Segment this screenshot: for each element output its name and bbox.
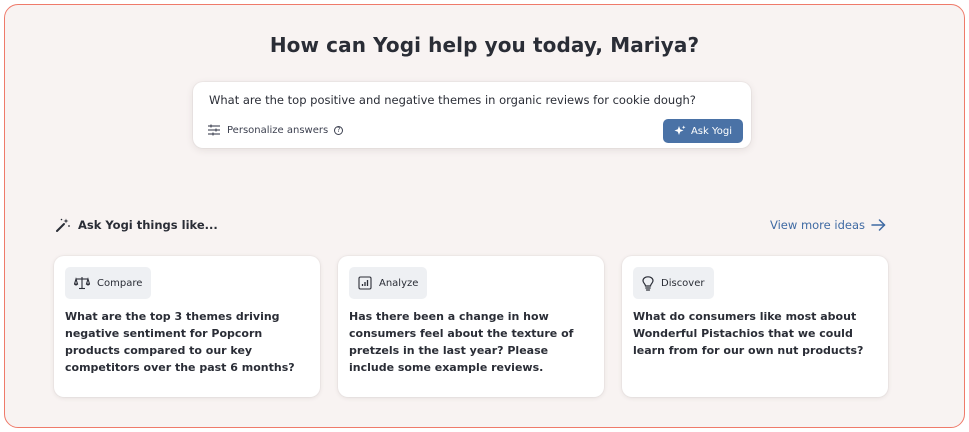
bar-chart-icon [358, 276, 372, 290]
ask-box[interactable]: What are the top positive and negative t… [193, 82, 751, 148]
idea-card-analyze[interactable]: Analyze Has there been a change in how c… [338, 256, 604, 397]
magic-wand-icon [56, 218, 70, 232]
idea-tag-label: Compare [97, 277, 143, 289]
idea-card-text: What are the top 3 themes driving negati… [65, 310, 295, 374]
idea-tag-label: Discover [661, 277, 705, 289]
sliders-icon [208, 124, 220, 136]
ask-yogi-label: Ask Yogi [690, 125, 732, 137]
lightbulb-icon [642, 275, 654, 291]
ideas-heading-label: Ask Yogi things like... [78, 218, 218, 232]
idea-tag-discover: Discover [633, 267, 714, 299]
ideas-heading: Ask Yogi things like... [55, 217, 218, 233]
arrow-right-icon [871, 219, 886, 231]
personalize-answers-link[interactable]: Personalize answers ? [207, 124, 344, 136]
sparkle-icon [674, 125, 686, 135]
ask-yogi-button[interactable]: Ask Yogi [662, 119, 743, 143]
idea-tag-analyze: Analyze [349, 267, 428, 299]
idea-card-text: Has there been a change in how consumers… [349, 310, 574, 374]
idea-tag-compare: Compare [65, 267, 152, 299]
main-panel: How can Yogi help you today, Mariya? Wha… [4, 4, 965, 428]
idea-tag-label: Analyze [379, 277, 419, 289]
idea-card-discover[interactable]: Discover What do consumers like most abo… [622, 256, 888, 397]
page-title: How can Yogi help you today, Mariya? [269, 33, 700, 57]
idea-card-compare[interactable]: Compare What are the top 3 themes drivin… [54, 256, 320, 397]
personalize-label: Personalize answers [227, 124, 329, 136]
view-more-label: View more ideas [770, 218, 865, 232]
help-circle-icon[interactable]: ? [334, 125, 344, 135]
scales-icon [74, 277, 90, 290]
query-input[interactable]: What are the top positive and negative t… [209, 93, 737, 107]
view-more-ideas-link[interactable]: View more ideas [770, 218, 886, 232]
idea-card-text: What do consumers like most about Wonder… [633, 310, 864, 357]
